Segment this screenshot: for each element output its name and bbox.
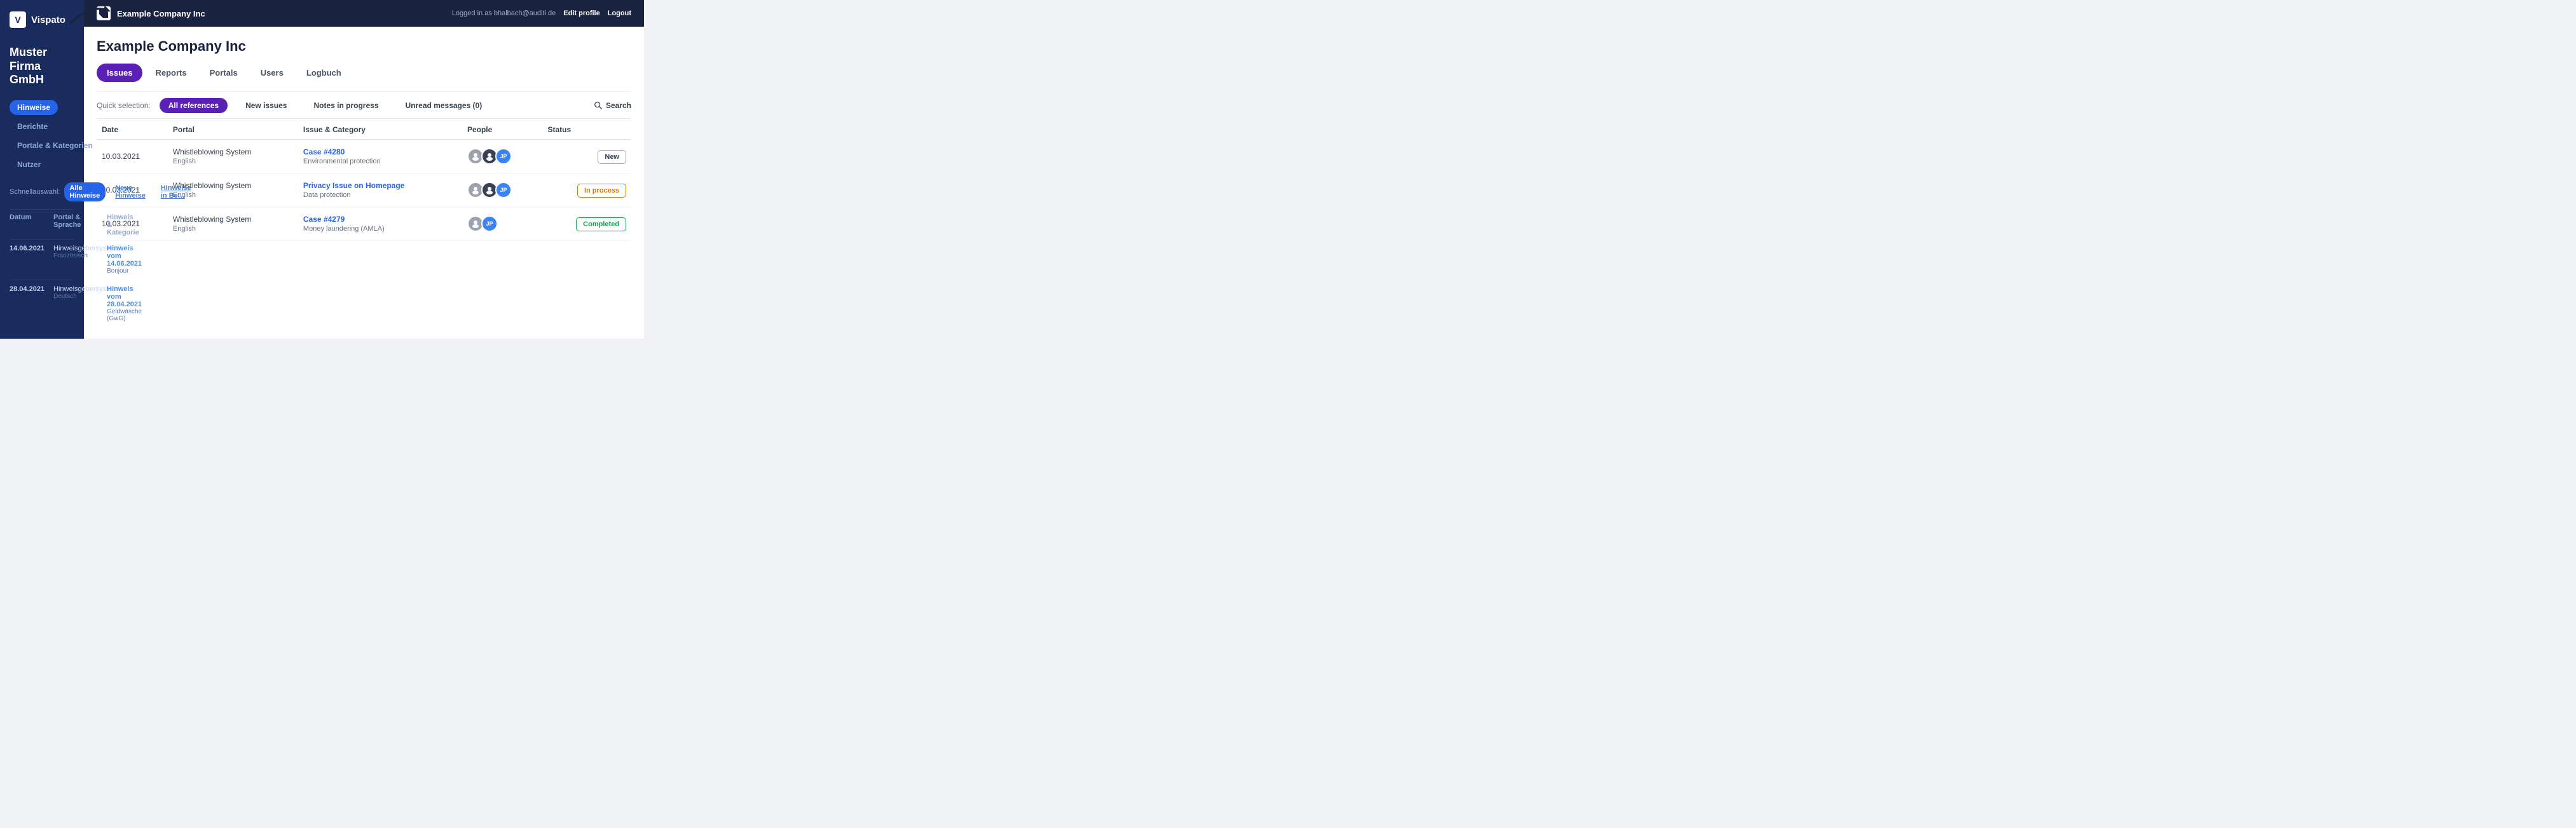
- logout-link[interactable]: Logout: [608, 10, 631, 17]
- search-button[interactable]: Search: [594, 101, 631, 110]
- status-badge: New: [598, 150, 626, 164]
- td-date-1: 10.03.2021: [97, 140, 168, 173]
- qs-new-issues[interactable]: New issues: [236, 98, 296, 113]
- left-tab-nutzer[interactable]: Nutzer: [10, 157, 48, 172]
- td-people-3: JP: [462, 207, 543, 241]
- td-status-2: In process: [542, 173, 631, 207]
- td-portal-1: Whistleblowing System English: [168, 140, 298, 173]
- tab-logbuch[interactable]: Logbuch: [296, 64, 352, 82]
- left-row2-portal: Hinweisgebersystem Deutsch: [53, 285, 104, 300]
- right-panel: Example Company Inc Logged in as bhalbac…: [84, 0, 644, 339]
- left-qs-label: Schnellauswahl:: [10, 188, 60, 196]
- left-table-header: Datum Portal & Sprache Hinweis & Kategor…: [10, 209, 74, 239]
- left-quick-select: Schnellauswahl: Alle Hinweise Neue Hinwe…: [10, 182, 74, 201]
- issues-bar: Quick selection: All references New issu…: [97, 91, 631, 119]
- left-table-row: 14.06.2021 Hinweisgebersystem Französisc…: [10, 239, 74, 280]
- th-status: Status: [542, 119, 631, 140]
- top-bar-right: Logged in as bhalbach@auditi.de Edit pro…: [452, 10, 631, 17]
- td-issue-3: Case #4279 Money laundering (AMLA): [298, 207, 462, 241]
- tab-issues[interactable]: Issues: [97, 64, 142, 82]
- search-label: Search: [606, 101, 631, 110]
- main-tabs: Issues Reports Portals Users Logbuch: [97, 64, 631, 82]
- td-portal-3: Whistleblowing System English: [168, 207, 298, 241]
- top-bar-company-name: Example Company Inc: [117, 9, 205, 18]
- th-issue-category: Issue & Category: [298, 119, 462, 140]
- status-badge: Completed: [576, 217, 626, 231]
- tab-reports[interactable]: Reports: [145, 64, 196, 82]
- qs-notes-in-progress[interactable]: Notes in progress: [305, 98, 387, 113]
- issue-link-3[interactable]: Case #4279: [303, 215, 345, 224]
- left-row2-date: 28.04.2021: [10, 285, 51, 293]
- vispato-logo: V Vispato: [10, 11, 74, 28]
- td-issue-2: Privacy Issue on Homepage Data protectio…: [298, 173, 462, 207]
- top-bar-left: Example Company Inc: [97, 6, 205, 20]
- people-avatars-1: JP: [467, 148, 538, 165]
- issue-link-1[interactable]: Case #4280: [303, 147, 345, 156]
- people-avatars-3: JP: [467, 215, 538, 232]
- th-people: People: [462, 119, 543, 140]
- td-people-2: JP: [462, 173, 543, 207]
- td-status-3: Completed: [542, 207, 631, 241]
- left-th-portal: Portal & Sprache: [53, 214, 104, 236]
- th-portal: Portal: [168, 119, 298, 140]
- tab-users[interactable]: Users: [250, 64, 294, 82]
- qs-all-references[interactable]: All references: [160, 98, 228, 113]
- left-tab-portale[interactable]: Portale & Kategorien: [10, 138, 100, 153]
- th-date: Date: [97, 119, 168, 140]
- left-th-date: Datum: [10, 214, 51, 236]
- vispato-icon: V: [10, 11, 26, 28]
- left-tab-berichte[interactable]: Berichte: [10, 119, 55, 134]
- left-panel: V Vispato Muster Firma GmbH Hinweise Ber…: [0, 0, 84, 339]
- table-row: 10.03.2021 Whistleblowing System English…: [97, 207, 631, 241]
- page-title: Example Company Inc: [97, 38, 631, 55]
- td-issue-1: Case #4280 Environmental protection: [298, 140, 462, 173]
- left-row1-date: 14.06.2021: [10, 245, 51, 252]
- status-badge: In process: [577, 184, 626, 198]
- table-row: 10.03.2021 Whistleblowing System English…: [97, 140, 631, 173]
- left-th-issue: Hinweis & Kategorie: [107, 214, 139, 236]
- left-nav-tabs: Hinweise Berichte Portale & Kategorien N…: [10, 100, 74, 172]
- left-table-row: 28.04.2021 Hinweisgebersystem Deutsch Hi…: [10, 280, 74, 327]
- issues-table: Date Portal Issue & Category People Stat…: [97, 119, 631, 241]
- issue-link-2[interactable]: Privacy Issue on Homepage: [303, 181, 404, 190]
- logged-in-text: Logged in as bhalbach@auditi.de: [452, 10, 556, 17]
- people-avatars-2: JP: [467, 182, 538, 198]
- avatar: JP: [481, 215, 498, 232]
- qs-unread-messages[interactable]: Unread messages (0): [397, 98, 491, 113]
- left-row1-issue: Hinweis vom 14.06.2021 Bonjour: [107, 245, 142, 275]
- left-row2-issue: Hinweis vom 28.04.2021 Geldwäsche (GwG): [107, 285, 142, 322]
- td-people-1: JP: [462, 140, 543, 173]
- left-qs-inprogress[interactable]: Hinweise in Be…: [155, 182, 197, 201]
- vispato-name: Vispato: [31, 15, 65, 25]
- td-status-1: New: [542, 140, 631, 173]
- edit-profile-link[interactable]: Edit profile: [563, 10, 599, 17]
- avatar: JP: [495, 182, 512, 198]
- top-bar: Example Company Inc Logged in as bhalbac…: [84, 0, 644, 27]
- avatar: JP: [495, 148, 512, 165]
- tab-portals[interactable]: Portals: [200, 64, 248, 82]
- left-row1-portal: Hinweisgebersystem Französisch: [53, 245, 104, 259]
- arrow-decoration: [67, 1, 111, 30]
- search-icon: [594, 101, 603, 110]
- left-qs-new[interactable]: Neue Hinweise: [109, 182, 151, 201]
- left-tab-hinweise[interactable]: Hinweise: [10, 100, 58, 115]
- left-company-title: Muster Firma GmbH: [10, 46, 74, 87]
- qs-label: Quick selection:: [97, 101, 151, 110]
- left-qs-all[interactable]: Alle Hinweise: [64, 182, 106, 201]
